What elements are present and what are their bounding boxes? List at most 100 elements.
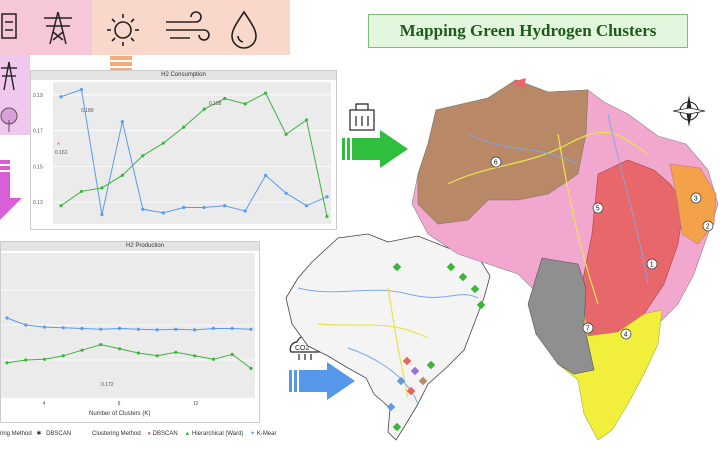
data-point	[193, 328, 197, 332]
legend-dbscan-marker: ●	[147, 431, 151, 437]
magenta-down-arrow	[0, 160, 22, 220]
data-point	[193, 354, 197, 358]
h2-consumption-plot: 0.19 0.17 0.15 0.13 0.189 0.188 0.161 *	[33, 82, 331, 224]
data-point	[59, 95, 63, 99]
battery-icon	[1, 13, 17, 39]
legend-main: Clustering Method ● DBSCAN ▲ Hierarchica…	[92, 430, 276, 437]
dbscan-point: *	[57, 141, 60, 150]
data-point	[264, 173, 268, 177]
cluster-label-7: 7	[586, 326, 590, 333]
y-tick-label: 0.19	[33, 93, 43, 99]
data-point	[243, 102, 247, 106]
legend-left: ring Method ✱ DBSCAN	[0, 430, 71, 437]
electrolyzer-group	[342, 103, 408, 168]
data-point	[5, 316, 9, 320]
legend-item-hierarchical: Hierarchical (Ward)	[191, 431, 244, 437]
data-point	[155, 328, 159, 332]
x-axis-label: Number of Clusters (K)	[89, 411, 150, 417]
cluster-label-6: 6	[494, 160, 498, 167]
water-drop-icon	[231, 10, 257, 49]
data-point	[118, 326, 122, 331]
h2-production-plot: 4 8 12 0.172 Number of Clusters (K)	[1, 253, 255, 417]
data-point	[80, 326, 84, 331]
y-tick-label: 0.15	[33, 164, 43, 170]
data-point	[141, 207, 145, 211]
cluster-label-1: 1	[650, 262, 654, 269]
data-point	[284, 132, 288, 136]
data-point	[182, 205, 186, 210]
power-tower-icon-2	[1, 61, 17, 91]
data-point	[42, 357, 47, 361]
data-point	[79, 189, 84, 194]
data-point	[161, 211, 165, 215]
data-point	[42, 325, 47, 329]
data-point	[325, 195, 329, 199]
legend-kmeans-marker: ✦	[250, 431, 256, 437]
data-point	[155, 354, 159, 358]
legend-hierarchical-marker: ▲	[184, 431, 191, 437]
cluster-label-3: 3	[694, 196, 698, 203]
annotation-hierarchical-bottom: 0.172	[101, 382, 114, 388]
data-point	[304, 118, 309, 122]
wind-icon	[166, 11, 210, 41]
brazil-cluster-map: 1 2 3 4 5 6 7	[411, 78, 719, 441]
data-point	[120, 120, 124, 124]
data-point	[99, 327, 103, 331]
legend-left-star: ✱	[36, 431, 42, 437]
y-tick-label: 0.17	[33, 129, 43, 135]
data-point	[141, 154, 145, 158]
data-point	[79, 87, 84, 92]
diagram-title: Mapping Green Hydrogen Clusters	[368, 14, 688, 48]
data-point	[59, 204, 63, 208]
data-point	[5, 361, 9, 365]
data-point	[202, 205, 206, 210]
legend-item-kmeans: K-Mear	[256, 431, 277, 437]
data-point	[304, 204, 309, 208]
data-point	[100, 186, 104, 190]
legend-left-item: DBSCAN	[46, 431, 72, 437]
x-tick-label: 8	[118, 401, 121, 407]
legend-item-dbscan: DBSCAN	[152, 431, 178, 437]
annotation-hierarchical: 0.188	[209, 101, 222, 107]
h2-consumption-title: H2 Consumption	[31, 71, 336, 80]
data-point	[230, 326, 234, 331]
tree-icon	[0, 107, 18, 132]
x-tick-label: 12	[193, 401, 199, 407]
data-point	[61, 326, 65, 330]
data-point	[118, 347, 122, 351]
data-point	[249, 366, 253, 370]
cluster-label-2: 2	[706, 224, 710, 231]
data-point	[284, 191, 288, 195]
data-point	[161, 141, 165, 145]
data-point	[223, 204, 227, 208]
data-point	[174, 327, 178, 331]
cluster-label-4: 4	[624, 332, 628, 339]
compass-icon	[672, 95, 706, 127]
data-point	[61, 354, 65, 358]
data-point	[80, 348, 84, 352]
data-point	[223, 96, 227, 101]
data-point	[136, 327, 140, 331]
data-point	[24, 323, 28, 327]
data-point	[211, 326, 216, 331]
data-point	[249, 327, 253, 331]
y-tick-label: 0.13	[33, 200, 43, 206]
annotation-dbscan: 0.161	[55, 150, 68, 156]
sun-icon	[107, 14, 139, 46]
data-point	[182, 125, 186, 129]
data-point	[24, 358, 28, 362]
data-point	[136, 351, 140, 355]
annotation-kmeans: 0.189	[81, 108, 94, 114]
electrolyzer-icon	[349, 103, 375, 131]
data-point	[100, 213, 104, 217]
h2-consumption-chart: H2 Consumption 0.19 0.17 0.15 0.13 0.189 0.…	[30, 70, 337, 230]
h2-production-title: H2 Production	[1, 242, 259, 251]
legend-main-label: Clustering Method	[92, 431, 141, 437]
data-point	[325, 214, 329, 219]
x-tick-label: 4	[43, 401, 46, 407]
legend-left-label: ring Method	[0, 431, 32, 437]
h2-production-chart: H2 Production 4 8 12 0.172 Number of Clust…	[0, 241, 260, 423]
green-right-arrow	[342, 130, 408, 168]
data-point	[202, 107, 206, 111]
data-point	[211, 357, 216, 361]
